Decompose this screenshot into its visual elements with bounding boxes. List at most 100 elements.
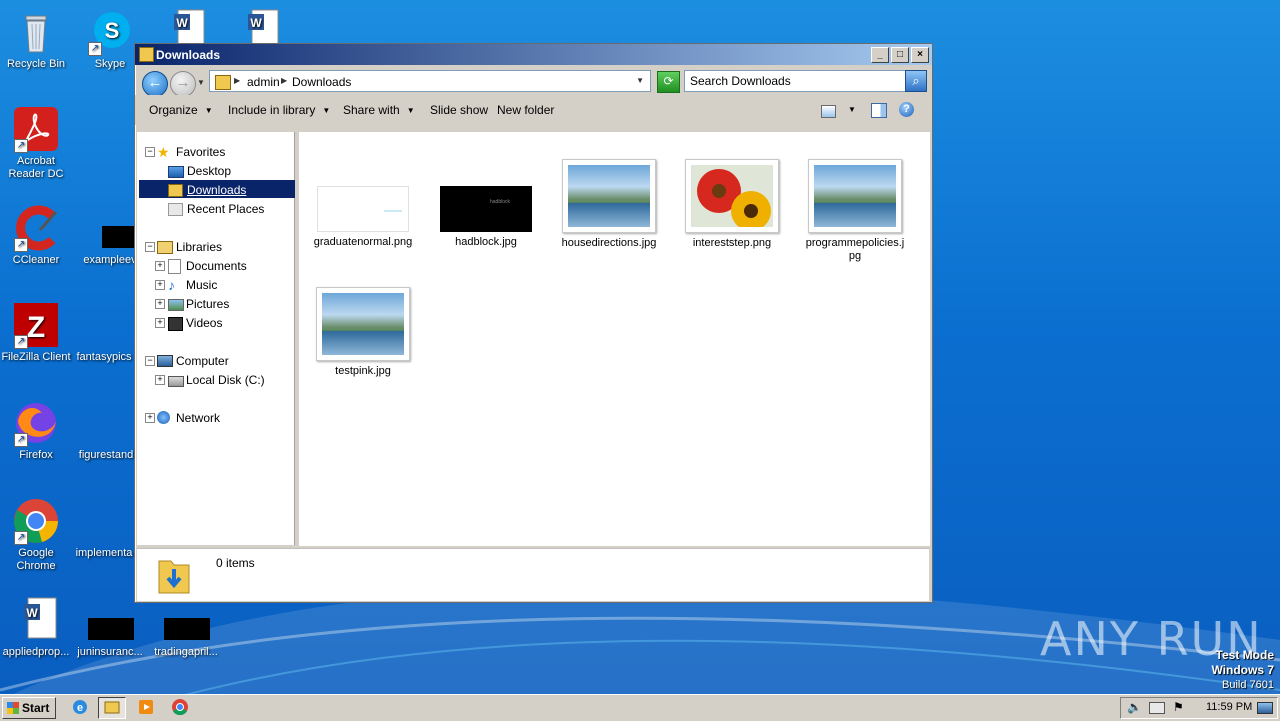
- desktop-icon-appliedprop[interactable]: W appliedprop...: [0, 596, 74, 659]
- file-item[interactable]: housedirections.jpg: [559, 159, 659, 250]
- acrobat-icon: ↗: [12, 105, 60, 153]
- forward-button[interactable]: →: [170, 71, 196, 97]
- file-name: programmepolicies.jpg: [805, 237, 905, 262]
- file-item[interactable]: graduatenormal.png: [313, 162, 413, 249]
- filezilla-icon: Z ↗: [12, 301, 60, 349]
- window-title: Downloads: [156, 48, 221, 62]
- media-player-icon: [139, 700, 153, 714]
- file-item[interactable]: intereststep.png: [682, 159, 782, 250]
- help-icon[interactable]: ?: [899, 102, 914, 117]
- action-center-flag-icon[interactable]: ⚑: [1173, 700, 1184, 714]
- expand-icon[interactable]: +: [155, 318, 165, 328]
- navigation-pane: − ★ Favorites Desktop Downloads Recent P…: [137, 132, 295, 545]
- slide-show-button[interactable]: Slide show: [430, 103, 488, 117]
- desktop-icon-label: Firefox: [19, 449, 53, 461]
- black-thumbnail-icon: [86, 596, 134, 644]
- svg-text:W: W: [176, 16, 188, 30]
- breadcrumb-admin[interactable]: admin: [247, 75, 280, 89]
- command-bar: Organize ▼ Include in library ▼ Share with…: [135, 95, 932, 125]
- system-tray: 🔈 ⚑: [1120, 697, 1278, 719]
- organize-button[interactable]: Organize ▼: [149, 103, 213, 117]
- volume-icon[interactable]: 🔈: [1127, 700, 1142, 714]
- breadcrumb-downloads[interactable]: Downloads: [292, 75, 351, 89]
- desktop-icon-label: exampleev: [83, 254, 137, 266]
- maximize-button[interactable]: □: [891, 47, 909, 63]
- file-item[interactable]: hadblock hadblock.jpg: [436, 162, 536, 249]
- desktop-icon-label: implementa: [75, 547, 133, 559]
- image-thumbnail: [808, 159, 902, 233]
- expand-icon[interactable]: +: [145, 413, 155, 423]
- search-icon[interactable]: ⌕: [905, 70, 927, 92]
- preview-pane-icon[interactable]: [871, 103, 887, 118]
- taskbar-explorer[interactable]: [98, 697, 126, 719]
- expand-icon[interactable]: +: [155, 280, 165, 290]
- back-button[interactable]: ←: [142, 71, 168, 97]
- expand-icon[interactable]: +: [155, 299, 165, 309]
- start-button[interactable]: Start: [2, 697, 56, 719]
- file-name: housedirections.jpg: [561, 237, 657, 249]
- file-name: hadblock.jpg: [455, 236, 517, 248]
- refresh-button[interactable]: ⟳: [657, 71, 680, 93]
- desktop-icon-acrobat[interactable]: ↗ Acrobat Reader DC: [0, 105, 74, 181]
- desktop-icon-fantasypics[interactable]: fantasypics: [66, 301, 142, 364]
- desktop-icon-tradingapril[interactable]: tradingapril...: [148, 596, 224, 659]
- search-box[interactable]: ⌕: [684, 70, 927, 92]
- recent-pages-dropdown[interactable]: ▼: [197, 78, 205, 87]
- svg-text:e: e: [77, 702, 83, 714]
- minimize-button[interactable]: _: [871, 47, 889, 63]
- desktop-icon-label: figurestand: [78, 449, 134, 461]
- expand-icon[interactable]: +: [155, 261, 165, 271]
- shortcut-arrow-icon: ↗: [88, 42, 102, 56]
- image-thumbnail: [316, 287, 410, 361]
- desktop-icon-google-chrome[interactable]: ↗ Google Chrome: [0, 497, 74, 573]
- firefox-icon: ↗: [12, 399, 60, 447]
- change-view-icon[interactable]: [821, 105, 836, 118]
- expand-icon[interactable]: +: [155, 375, 165, 385]
- include-in-library-button[interactable]: Include in library ▼: [228, 103, 330, 117]
- taskbar-media-player[interactable]: [134, 697, 160, 717]
- svg-text:W: W: [26, 606, 38, 620]
- collapse-icon[interactable]: −: [145, 147, 155, 157]
- chrome-icon: ↗: [12, 497, 60, 545]
- desktop-icon-juninsuranc[interactable]: juninsuranc...: [72, 596, 148, 659]
- collapse-icon[interactable]: −: [145, 242, 155, 252]
- close-button[interactable]: ×: [911, 47, 929, 63]
- share-with-button[interactable]: Share with ▼: [343, 103, 415, 117]
- videos-icon: [168, 317, 183, 331]
- desktop-icon-firefox[interactable]: ↗ Firefox: [0, 399, 74, 462]
- desktop-icon-recycle-bin[interactable]: Recycle Bin: [0, 8, 74, 71]
- desktop-icon-label: fantasypics: [76, 351, 132, 363]
- shortcut-arrow-icon: ↗: [14, 335, 28, 349]
- chevron-right-icon[interactable]: ▶: [234, 76, 240, 85]
- desktop-icon-figurestand[interactable]: figurestand: [68, 399, 144, 462]
- svg-text:Z: Z: [27, 311, 45, 344]
- chrome-icon: [172, 699, 188, 716]
- documents-icon: [168, 259, 181, 274]
- chevron-down-icon: ▼: [204, 106, 213, 115]
- taskbar-internet-explorer[interactable]: e: [67, 697, 93, 717]
- network-tray-icon[interactable]: [1149, 702, 1165, 714]
- collapse-icon[interactable]: −: [145, 356, 155, 366]
- desktop-icon-implementa[interactable]: implementa: [66, 497, 142, 560]
- desktop-icon-label: Recycle Bin: [6, 58, 66, 70]
- title-bar[interactable]: Downloads _ □ ×: [135, 44, 932, 65]
- show-desktop-icon[interactable]: [1257, 702, 1273, 714]
- chevron-right-icon[interactable]: ▶: [281, 76, 287, 85]
- network-icon: [157, 411, 170, 424]
- address-bar[interactable]: ▶ admin ▶ Downloads ▼: [209, 70, 651, 92]
- desktop-icon-label: juninsuranc...: [77, 646, 143, 658]
- file-item[interactable]: programmepolicies.jpg: [805, 159, 905, 263]
- desktop-icon-filezilla[interactable]: Z ↗ FileZilla Client: [0, 301, 74, 364]
- desktop-icon-ccleaner[interactable]: ↗ CCleaner: [0, 204, 74, 267]
- search-input[interactable]: [690, 74, 900, 88]
- desktop-icon-label: CCleaner: [12, 254, 60, 266]
- file-item[interactable]: testpink.jpg: [313, 287, 413, 378]
- clock[interactable]: 11:59 PM: [1206, 701, 1252, 713]
- new-folder-button[interactable]: New folder: [497, 103, 554, 117]
- word-document-icon: W: [12, 596, 60, 644]
- address-dropdown[interactable]: ▼: [636, 76, 644, 85]
- view-options-dropdown[interactable]: ▼: [848, 105, 856, 114]
- shortcut-arrow-icon: ↗: [14, 433, 28, 447]
- taskbar-chrome[interactable]: [167, 697, 193, 717]
- image-thumbnail: [685, 159, 779, 233]
